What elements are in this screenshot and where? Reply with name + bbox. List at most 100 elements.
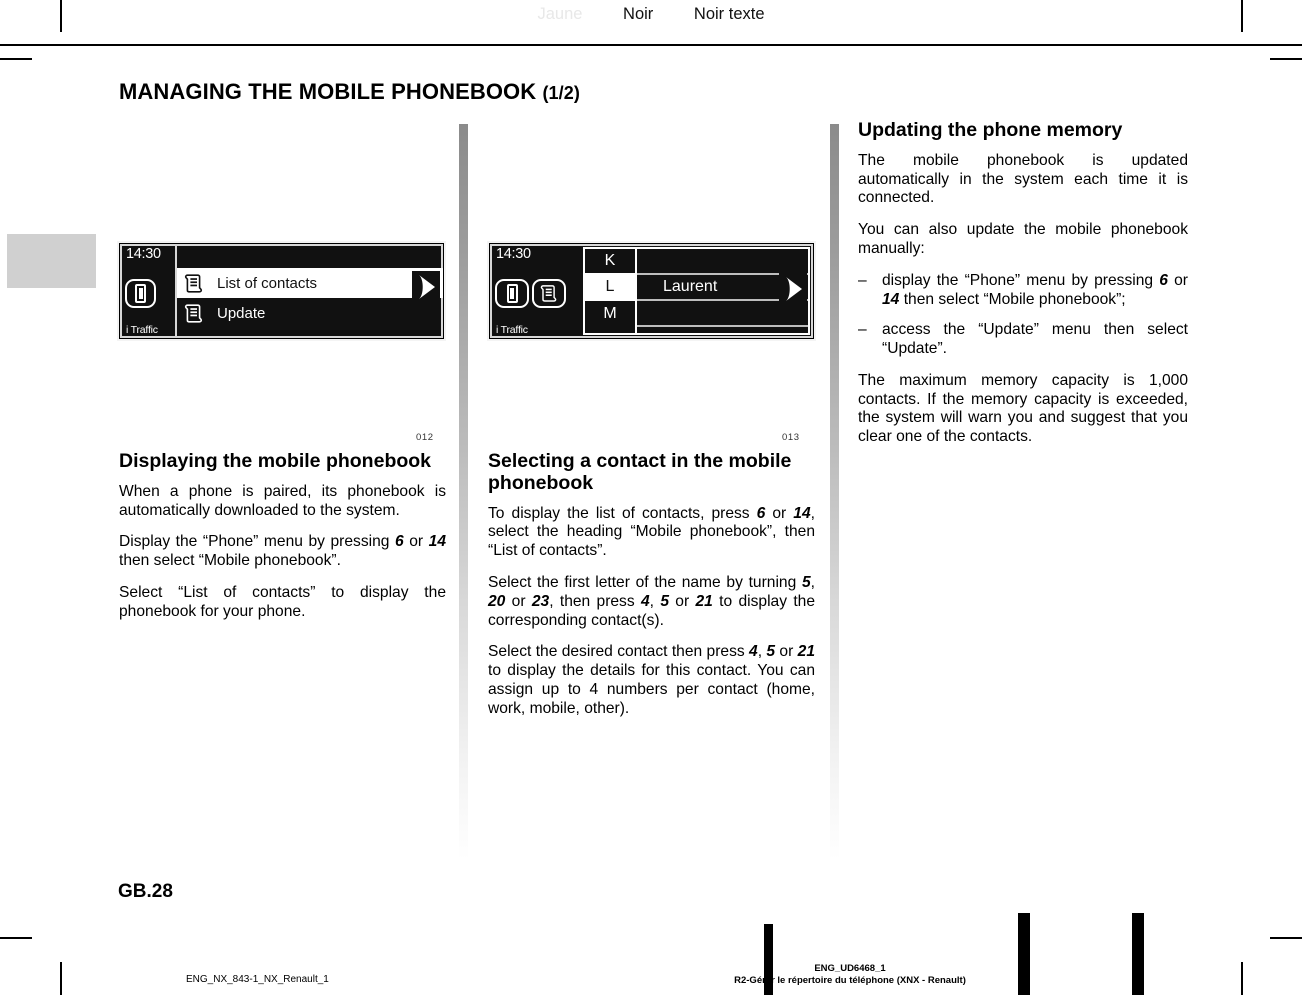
paragraph: You can also update the mobile phonebook… bbox=[858, 221, 1188, 259]
text-run: When a phone is paired, its phonebook is… bbox=[119, 482, 446, 519]
column-separator-1 bbox=[459, 124, 468, 860]
control-number: 23 bbox=[531, 592, 550, 610]
control-number: 14 bbox=[428, 533, 446, 551]
registration-mark-bottom-left-vertical bbox=[60, 962, 62, 995]
control-number: 14 bbox=[793, 504, 811, 522]
letter-index-item[interactable]: M bbox=[585, 301, 635, 327]
letter-index-item[interactable]: K bbox=[585, 249, 635, 275]
contact-list-icon bbox=[183, 272, 211, 294]
screen-status-strip: 14:30 i Traffic bbox=[120, 244, 175, 338]
paragraph: Select the first letter of the name by t… bbox=[488, 574, 815, 630]
text-run: To display the list of contacts, press bbox=[488, 504, 757, 522]
section-heading-updating-phone-memory: Updating the phone memory bbox=[858, 119, 1123, 141]
registration-mark-bottom-right-horizontal bbox=[1270, 937, 1302, 939]
text-run: The mobile phonebook is updated automati… bbox=[858, 151, 1188, 207]
page-title: MANAGING THE MOBILE PHONEBOOK (1/2) bbox=[119, 79, 580, 105]
registration-mark-bottom-left-horizontal bbox=[0, 937, 32, 939]
phone-tab-icon bbox=[506, 283, 518, 303]
menu-item-update[interactable]: Update bbox=[177, 298, 443, 328]
contacts-tab-button[interactable] bbox=[532, 278, 566, 308]
control-number: 6 bbox=[1159, 271, 1168, 289]
contact-list-icon bbox=[539, 283, 559, 303]
bullet-item: – display the “Phone” menu by pressing 6 … bbox=[858, 272, 1188, 310]
figure-number-013: 013 bbox=[782, 432, 800, 443]
registration-mark-top-right-horizontal bbox=[1270, 58, 1302, 60]
page-title-main: MANAGING THE MOBILE PHONEBOOK bbox=[119, 79, 543, 104]
control-number: 5 bbox=[801, 574, 811, 591]
page-title-part: (1/2) bbox=[542, 83, 580, 103]
bullet-item: – access the “Update” menu then select “U… bbox=[858, 321, 1188, 359]
footer-right-title: R2-Gérer le répertoire du téléphone (XNX… bbox=[734, 974, 966, 986]
phone-tab-button[interactable] bbox=[125, 278, 156, 308]
play-arrow-icon bbox=[419, 275, 435, 299]
menu-item-list-of-contacts[interactable]: List of contacts bbox=[177, 268, 443, 298]
menu-row-blank bbox=[177, 244, 443, 268]
text-run: then select “Mobile phonebook”; bbox=[899, 290, 1126, 308]
next-arrow-button[interactable] bbox=[779, 273, 807, 305]
text-run: access the “Update” menu then select “Up… bbox=[882, 321, 1188, 358]
control-number: 4 bbox=[749, 643, 758, 661]
text-run: , bbox=[649, 592, 661, 610]
text-run: or bbox=[1167, 271, 1188, 289]
text-run: or bbox=[669, 592, 696, 610]
text-column-2: Selecting a contact in the mobile phoneb… bbox=[488, 450, 815, 731]
dash-bullet-icon: – bbox=[858, 321, 867, 339]
phone-tab-icon bbox=[135, 283, 146, 303]
paragraph: The maximum memory capacity is 1,000 con… bbox=[858, 372, 1188, 447]
control-number: 21 bbox=[797, 643, 815, 661]
section-heading-selecting-contact: Selecting a contact in the mobile phoneb… bbox=[488, 450, 792, 494]
text-column-3: Updating the phone memory The mobile pho… bbox=[858, 119, 1188, 460]
text-run: then select “Mobile phonebook”. bbox=[119, 552, 341, 570]
clock-label: 14:30 bbox=[126, 246, 161, 262]
text-run: or bbox=[765, 504, 794, 522]
text-run: , bbox=[810, 574, 815, 591]
colour-bar-black-2 bbox=[1132, 913, 1144, 995]
play-arrow-icon bbox=[786, 277, 802, 301]
colour-label-noir: Noir bbox=[623, 5, 654, 23]
letter-index-item-selected[interactable]: L bbox=[585, 275, 635, 301]
control-number: 14 bbox=[882, 290, 900, 308]
screen-tab-group bbox=[494, 278, 583, 308]
next-arrow-button[interactable] bbox=[412, 271, 440, 303]
paragraph: Select “List of contacts” to display the… bbox=[119, 584, 446, 622]
text-run: to display the details for this contact.… bbox=[488, 662, 815, 717]
text-run: or bbox=[775, 643, 798, 661]
column2-body: To display the list of contacts, press 6… bbox=[488, 505, 815, 719]
phone-tab-button[interactable] bbox=[495, 278, 529, 308]
header-rule bbox=[0, 44, 1302, 46]
footer-right-block: ENG_UD6468_1 R2-Gérer le répertoire du t… bbox=[640, 963, 1060, 987]
control-number: 4 bbox=[640, 592, 650, 610]
text-run: You can also update the mobile phonebook… bbox=[858, 221, 1188, 257]
control-number: 5 bbox=[766, 643, 776, 661]
paragraph: To display the list of contacts, press 6… bbox=[488, 505, 815, 561]
registration-mark-top-left-horizontal bbox=[0, 58, 32, 60]
text-run: display the “Phone” menu by pressing bbox=[882, 271, 1160, 289]
column3-outro: The maximum memory capacity is 1,000 con… bbox=[858, 372, 1188, 447]
print-colour-labels: Jaune Noir Noir texte bbox=[0, 5, 1302, 24]
control-number: 6 bbox=[394, 533, 404, 551]
paragraph: Select the desired contact then press 4,… bbox=[488, 643, 815, 718]
screen-menu-list: List of contacts Update bbox=[175, 244, 443, 338]
screen-tab-group bbox=[124, 278, 175, 308]
paragraph: The mobile phonebook is updated automati… bbox=[858, 152, 1188, 208]
control-number: 21 bbox=[695, 592, 713, 610]
footer-left-code: ENG_NX_843-1_NX_Renault_1 bbox=[186, 974, 329, 985]
paragraph: When a phone is paired, its phonebook is… bbox=[119, 483, 446, 521]
contact-index-panel: K L M Laurent bbox=[583, 247, 810, 335]
text-run: The maximum memory capacity is 1,000 con… bbox=[858, 371, 1188, 446]
menu-item-label: Update bbox=[217, 304, 266, 322]
text-column-1: Displaying the mobile phonebook When a p… bbox=[119, 450, 446, 635]
text-run: Select the desired contact then press bbox=[488, 643, 750, 661]
text-run: , then press bbox=[549, 592, 641, 610]
paragraph: Display the “Phone” menu by pressing 6 o… bbox=[119, 533, 446, 571]
column3-bullet-list: – display the “Phone” menu by pressing 6 … bbox=[858, 272, 1188, 359]
figure-013: 14:30 i Traffic K L M Laurent bbox=[489, 243, 814, 339]
traffic-label: i Traffic bbox=[496, 323, 528, 336]
column3-intro: The mobile phonebook is updated automati… bbox=[858, 152, 1188, 259]
footer-right-code: ENG_UD6468_1 bbox=[814, 963, 886, 974]
text-run: or bbox=[505, 592, 532, 610]
colour-label-jaune: Jaune bbox=[537, 5, 583, 23]
figure-012: 14:30 i Traffic List of contacts Update bbox=[119, 243, 444, 339]
contact-name-row[interactable] bbox=[637, 249, 808, 275]
control-number: 5 bbox=[660, 592, 669, 610]
